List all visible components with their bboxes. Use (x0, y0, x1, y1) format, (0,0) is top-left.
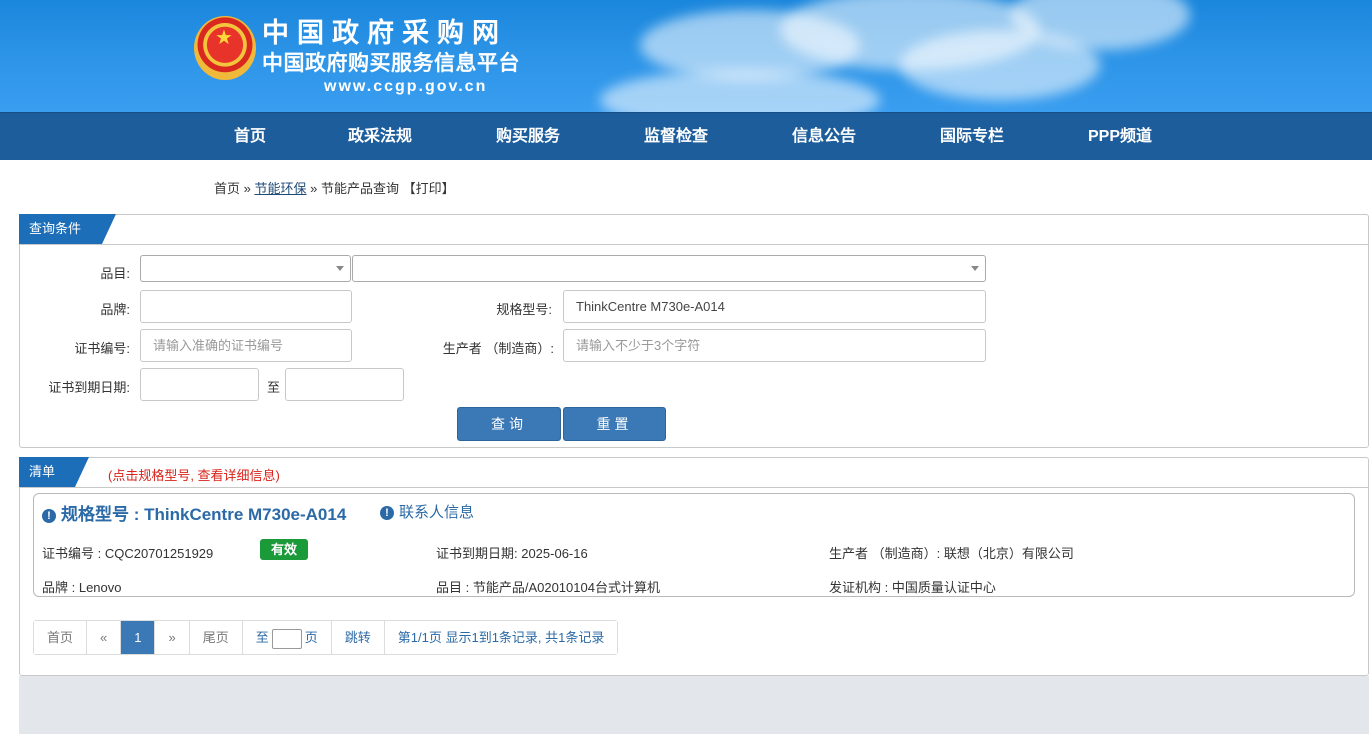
producer-field: 生产者 （制造商）: 联想（北京）有限公司 (829, 546, 1074, 561)
print-link[interactable]: 【打印】 (403, 181, 455, 196)
breadcrumb-separator: » (243, 181, 251, 196)
model-input[interactable]: ThinkCentre M730e-A014 (563, 290, 986, 323)
issuer-field: 发证机构 : 中国质量认证中心 (829, 580, 996, 595)
pager-next[interactable]: » (155, 621, 190, 654)
pagination: 首页 « 1 » 尾页 至页 跳转 第1/1页 显示1到1条记录, 共1条记录 (33, 620, 619, 655)
status-badge: 有效 (260, 539, 308, 560)
list-tab: 清单 (19, 457, 89, 487)
cert-no-label: 证书编号: (74, 341, 130, 356)
result-panel: 清单 (点击规格型号, 查看详细信息) ! 规格型号 : ThinkCentre … (19, 457, 1369, 676)
national-emblem-icon: ★ (194, 16, 256, 80)
expiry-to-input[interactable] (285, 368, 404, 401)
brand-field: 品牌 : Lenovo (42, 580, 122, 595)
contact-info-link[interactable]: ! 联系人信息 (380, 501, 474, 522)
nav-item-ppp[interactable]: PPP频道 (1074, 113, 1166, 161)
chevron-down-icon (336, 266, 344, 271)
contact-info-text: 联系人信息 (399, 504, 475, 521)
exclamation-icon: ! (42, 509, 56, 523)
query-panel: 查询条件 品目: 品牌: 规格型号: ThinkCentre M730e-A01… (19, 214, 1369, 448)
query-panel-header: 查询条件 (20, 215, 1368, 245)
search-button[interactable]: 查询 (457, 407, 561, 441)
breadcrumb-section-link[interactable]: 节能环保 (255, 181, 307, 196)
pager-goto-prefix: 至 (255, 630, 269, 645)
chevron-down-icon (971, 266, 979, 271)
model-title-link[interactable]: ! 规格型号 : ThinkCentre M730e-A014 (42, 500, 346, 525)
category-label: 品目: (100, 266, 130, 281)
query-tab: 查询条件 (19, 214, 116, 244)
category-field: 品目 : 节能产品/A02010104台式计算机 (436, 580, 660, 595)
pager-current-page[interactable]: 1 (121, 621, 156, 654)
model-title-text: 规格型号 : ThinkCentre M730e-A014 (61, 505, 347, 524)
producer-label: 生产者 （制造商）: (442, 341, 554, 356)
site-title: 中国政府采购网 (262, 18, 507, 48)
pager-prev[interactable]: « (87, 621, 122, 654)
breadcrumb-home[interactable]: 首页 (214, 181, 240, 196)
footer-area (19, 676, 1369, 734)
result-card: ! 规格型号 : ThinkCentre M730e-A014 ! 联系人信息 证书… (33, 493, 1355, 597)
result-panel-header: 清单 (点击规格型号, 查看详细信息) (20, 458, 1368, 488)
main-nav: 首页 政采法规 购买服务 监督检查 信息公告 国际专栏 PPP频道 (0, 112, 1372, 160)
reset-button[interactable]: 重置 (563, 407, 666, 441)
breadcrumb-current-page: 节能产品查询 (321, 181, 400, 196)
pager-jump-button[interactable]: 跳转 (331, 621, 385, 654)
cert-no-input[interactable]: 请输入准确的证书编号 (140, 329, 352, 362)
page-number-input[interactable] (271, 628, 302, 649)
site-url: www.ccgp.gov.cn (324, 78, 488, 95)
brand-input[interactable] (140, 290, 352, 323)
producer-input[interactable]: 请输入不少于3个字符 (563, 329, 986, 362)
pager-last[interactable]: 尾页 (189, 621, 243, 654)
list-hint: (点击规格型号, 查看详细信息) (108, 468, 280, 483)
expiry-to-label: 至 (266, 380, 280, 395)
nav-item-home[interactable]: 首页 (206, 113, 294, 161)
expiry-label: 证书到期日期: (48, 380, 130, 395)
cert-no-field: 证书编号 : CQC20701251929 (42, 546, 214, 561)
nav-item-international[interactable]: 国际专栏 (926, 113, 1018, 161)
nav-item-regulations[interactable]: 政采法规 (334, 113, 426, 161)
category-select-secondary[interactable] (352, 255, 986, 282)
site-subtitle: 中国政府购买服务信息平台 (262, 52, 520, 75)
nav-item-supervision[interactable]: 监督检查 (630, 113, 722, 161)
category-select-primary[interactable] (140, 255, 351, 282)
nav-item-purchase-services[interactable]: 购买服务 (482, 113, 574, 161)
banner-cloud (600, 70, 880, 112)
nav-item-announcements[interactable]: 信息公告 (778, 113, 870, 161)
pager-goto-suffix: 页 (304, 630, 318, 645)
breadcrumb-separator: » (310, 181, 318, 196)
expiry-from-input[interactable] (140, 368, 259, 401)
model-label: 规格型号: (496, 302, 552, 317)
pager-summary: 第1/1页 显示1到1条记录, 共1条记录 (384, 621, 618, 654)
breadcrumb: 首页 » 节能环保 » 节能产品查询 【打印】 (214, 178, 455, 197)
pager-first[interactable]: 首页 (34, 621, 88, 654)
pager-goto: 至页 (242, 621, 332, 654)
expiry-field: 证书到期日期: 2025-06-16 (436, 546, 588, 561)
exclamation-icon: ! (380, 506, 394, 520)
brand-label: 品牌: (100, 302, 130, 317)
site-banner: ★ 中国政府采购网 中国政府购买服务信息平台 www.ccgp.gov.cn (0, 0, 1372, 112)
